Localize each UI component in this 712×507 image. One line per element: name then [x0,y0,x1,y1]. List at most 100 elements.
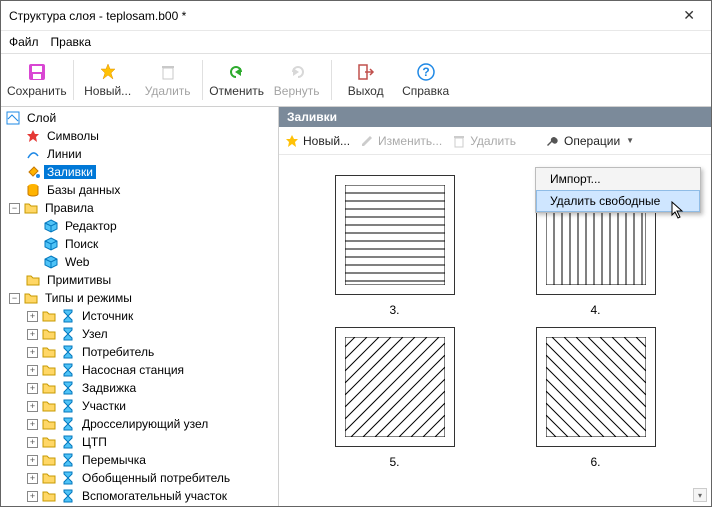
collapse-icon[interactable]: − [9,293,20,304]
tree-type-item[interactable]: +Вспомогательный участок [1,487,278,505]
menubar: Файл Правка [1,31,711,53]
layer-icon [5,110,21,126]
collapse-icon[interactable]: − [9,203,20,214]
tree-databases[interactable]: Базы данных [1,181,278,199]
expand-icon[interactable]: + [27,401,38,412]
delete-button: Удалить [140,56,196,104]
hourglass-icon [60,308,76,324]
tree-root[interactable]: Слой [1,109,278,127]
tree-type-item[interactable]: +Участки [1,397,278,415]
hourglass-icon [60,326,76,342]
redo-button: Вернуть [269,56,325,104]
expand-icon[interactable]: + [27,365,38,376]
tree-type-item[interactable]: +Узел [1,325,278,343]
menu-edit[interactable]: Правка [51,35,92,49]
folder-icon [41,380,57,396]
new-icon [285,134,299,148]
save-icon [27,62,47,82]
folder-icon [41,398,57,414]
tree-type-item[interactable]: +Перемычка [1,451,278,469]
fill-thumb[interactable]: 6. [510,327,681,469]
right-body[interactable]: 3. 4. 5. 6. Импорт. [279,155,711,506]
exit-button[interactable]: Выход [338,56,394,104]
expand-icon[interactable]: + [27,383,38,394]
tree-type-item[interactable]: +ЦТП [1,433,278,451]
database-icon [25,182,41,198]
tree-type-item[interactable]: +Источник [1,307,278,325]
undo-icon [227,62,247,82]
hourglass-icon [60,344,76,360]
tree-editor[interactable]: Редактор [1,217,278,235]
expand-icon[interactable]: + [27,329,38,340]
pattern-horizontal-icon [345,185,445,285]
tree-type-item[interactable]: +Задвижка [1,379,278,397]
folder-icon [41,362,57,378]
undo-button[interactable]: Отменить [209,56,265,104]
trash-icon [158,62,178,82]
tree-types[interactable]: −Типы и режимы [1,289,278,307]
save-button[interactable]: Сохранить [7,56,67,104]
new-fill-button[interactable]: Новый... [285,134,350,148]
hourglass-icon [60,434,76,450]
expand-icon[interactable]: + [27,311,38,322]
hourglass-icon [60,362,76,378]
tree-primitives[interactable]: Примитивы [1,271,278,289]
hourglass-icon [60,488,76,504]
help-icon: ? [416,62,436,82]
scroll-down-button[interactable]: ▾ [693,488,707,502]
new-button[interactable]: Новый... [80,56,136,104]
tree-type-item[interactable]: +Насосная станция [1,361,278,379]
chevron-down-icon: ▼ [626,136,634,145]
expand-icon[interactable]: + [27,437,38,448]
hourglass-icon [60,470,76,486]
folder-icon [41,470,57,486]
menu-file[interactable]: Файл [9,35,39,49]
folder-icon [41,344,57,360]
tree-type-item[interactable]: +Дросселирующий узел [1,415,278,433]
operations-button[interactable]: Операции▼ [546,134,634,148]
wrench-icon [546,134,560,148]
tree-lines[interactable]: Линии [1,145,278,163]
new-icon [98,62,118,82]
hourglass-icon [60,380,76,396]
hourglass-icon [60,452,76,468]
tree-type-item[interactable]: +Потребитель [1,343,278,361]
tree-symbols[interactable]: Символы [1,127,278,145]
cube-icon [43,236,59,252]
tree-panel[interactable]: Слой Символы Линии Заливки Базы данных −… [1,107,279,506]
menu-import[interactable]: Импорт... [536,168,700,190]
menu-delete-free[interactable]: Удалить свободные [536,190,700,212]
tree-search[interactable]: Поиск [1,235,278,253]
svg-text:?: ? [422,65,429,79]
tree-web[interactable]: Web [1,253,278,271]
folder-icon [25,272,41,288]
fill-thumb[interactable]: 3. [309,175,480,317]
window-title: Структура слоя - teplosam.b00 * [9,9,675,23]
folder-icon [41,326,57,342]
tree-type-item[interactable]: +Обобщенный потребитель [1,469,278,487]
trash-icon [452,134,466,148]
titlebar: Структура слоя - teplosam.b00 * ✕ [1,1,711,31]
tree-rules[interactable]: −Правила [1,199,278,217]
star-icon [25,128,41,144]
right-panel-title: Заливки [279,107,711,127]
folder-icon [41,308,57,324]
expand-icon[interactable]: + [27,419,38,430]
exit-icon [356,62,376,82]
expand-icon[interactable]: + [27,347,38,358]
pattern-diag2-icon [546,337,646,437]
edit-fill-button: Изменить... [360,134,442,148]
help-button[interactable]: ? Справка [398,56,454,104]
folder-icon [41,488,57,504]
expand-icon[interactable]: + [27,473,38,484]
operations-menu: Импорт... Удалить свободные [535,167,701,213]
hourglass-icon [60,416,76,432]
fill-icon [25,164,41,180]
pencil-icon [360,134,374,148]
tree-fills[interactable]: Заливки [1,163,278,181]
expand-icon[interactable]: + [27,491,38,502]
close-button[interactable]: ✕ [675,3,703,28]
pattern-diag1-icon [345,337,445,437]
fill-thumb[interactable]: 5. [309,327,480,469]
expand-icon[interactable]: + [27,455,38,466]
